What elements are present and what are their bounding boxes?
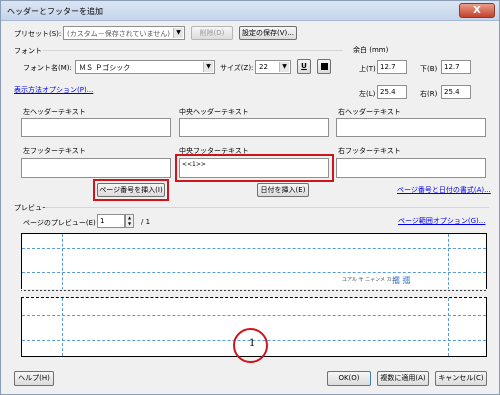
font-size-value: 22	[259, 63, 268, 71]
chevron-down-icon: ▼	[203, 62, 213, 72]
center-header-label: 中央ヘッダーテキスト	[179, 108, 249, 116]
margin-group-label: 余白 (mm)	[353, 46, 389, 54]
right-header-field[interactable]	[336, 118, 486, 137]
margin-top-field[interactable]: 12.7	[377, 60, 407, 74]
margin-right-label: 右(R)	[420, 90, 438, 98]
underline-button[interactable]: U	[297, 59, 311, 74]
close-button[interactable]: X	[459, 3, 495, 18]
right-margin-guide	[448, 234, 449, 290]
font-name-select[interactable]: ＭＳ Ｐゴシック ▼	[75, 60, 215, 74]
preset-save-button[interactable]: 設定の保存(V)...	[239, 26, 297, 40]
left-header-field[interactable]	[21, 118, 171, 137]
margin-left-field[interactable]: 25.4	[377, 85, 407, 99]
font-size-select[interactable]: 22 ▼	[255, 60, 291, 74]
insert-page-number-highlight	[93, 179, 169, 201]
left-footer-field[interactable]	[21, 158, 171, 178]
font-name-value: ＭＳ Ｐゴシック	[79, 64, 131, 72]
margin-right-field[interactable]: 25.4	[441, 85, 471, 99]
right-margin-guide	[448, 298, 449, 356]
page-range-options-link[interactable]: ページ範囲オプション(G)...	[398, 216, 485, 226]
apply-multiple-button[interactable]: 複数に適用(A)	[377, 371, 429, 386]
preset-delete-button[interactable]: 削除(D)	[191, 26, 233, 40]
font-size-label: サイズ(Z):	[220, 64, 254, 72]
window-title: ヘッダーとフッターを追加	[7, 7, 103, 16]
footer-number-highlight	[233, 328, 268, 363]
dialog-window: ヘッダーとフッターを追加 X プリセット(S): (カスタム－保存されていません…	[0, 0, 500, 395]
preview-page-total: / 1	[141, 218, 151, 226]
insert-date-button[interactable]: 日付を挿入(E)	[257, 183, 309, 197]
chevron-down-icon: ▼	[173, 28, 183, 38]
preset-select[interactable]: (カスタム－保存されていません) ▼	[63, 26, 185, 40]
footer-text-guide	[22, 315, 486, 316]
right-header-label: 右ヘッダーテキスト	[338, 108, 401, 116]
font-group-label: フォント	[14, 47, 42, 55]
margin-left-label: 左(L)	[359, 90, 376, 98]
font-color-button[interactable]	[317, 59, 331, 74]
cancel-button[interactable]: キャンセル(C)	[435, 371, 487, 386]
header-margin-guide	[22, 248, 486, 249]
page-number-format-link[interactable]: ページ番号と日付の書式(A)...	[397, 185, 491, 195]
ok-button[interactable]: OK(O)	[327, 371, 371, 386]
left-margin-guide	[62, 298, 63, 356]
page-spinner[interactable]: ▲ ▼	[125, 214, 134, 228]
preview-header-pane: ユアル サ ニャンメ カ シ 擂 擂	[21, 233, 487, 291]
preset-label: プリセット(S):	[14, 30, 62, 38]
right-footer-label: 右フッターテキスト	[338, 147, 401, 155]
left-header-label: 左ヘッダーテキスト	[23, 108, 86, 116]
margin-top-label: 上(T)	[359, 65, 376, 73]
header-text-guide	[22, 272, 486, 273]
left-margin-guide	[62, 234, 63, 290]
preview-group-label: プレビュー	[14, 204, 49, 212]
font-name-label: フォント名(M):	[23, 64, 72, 72]
preset-value: (カスタム－保存されていません)	[67, 30, 171, 38]
title-bar: ヘッダーとフッターを追加 X	[1, 1, 499, 21]
margin-bottom-label: 下(B)	[420, 65, 438, 73]
preview-blue-text: 擂 擂	[392, 276, 411, 285]
right-footer-field[interactable]	[336, 158, 486, 178]
chevron-down-icon: ▼	[279, 62, 289, 72]
color-swatch-icon	[321, 63, 328, 70]
left-footer-label: 左フッターテキスト	[23, 147, 86, 155]
display-options-link[interactable]: 表示方法オプション(P)...	[14, 85, 93, 95]
font-group-divider	[43, 50, 343, 51]
preview-group-divider	[45, 207, 489, 208]
center-header-field[interactable]	[179, 118, 329, 137]
preview-page-break	[21, 289, 487, 293]
preview-gray-text: ユアル サ ニャンメ カ シ	[342, 277, 399, 283]
margin-bottom-field[interactable]: 12.7	[441, 60, 471, 74]
preview-page-label: ページのプレビュー(E)	[23, 219, 96, 227]
center-footer-highlight	[175, 154, 334, 182]
preview-page-field[interactable]: 1	[97, 214, 125, 228]
help-button[interactable]: ヘルプ(H)	[14, 371, 54, 386]
